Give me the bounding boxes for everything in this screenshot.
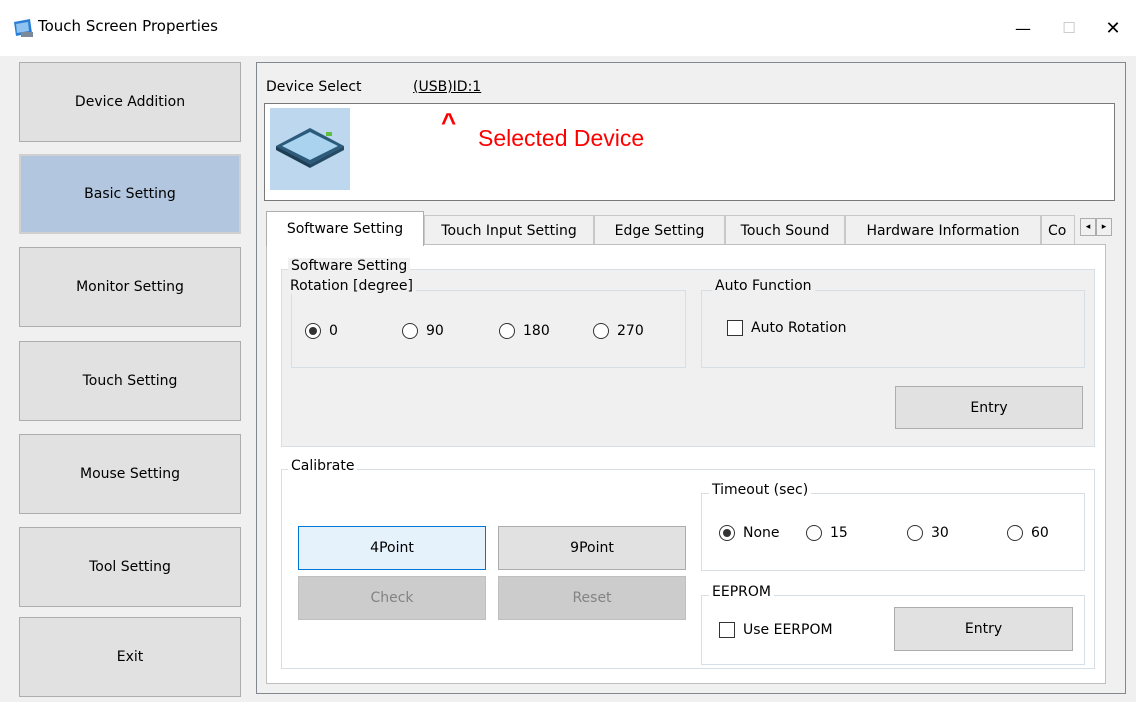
close-icon: ✕ — [1105, 17, 1121, 39]
button-label: Entry — [970, 399, 1008, 416]
tab-label: Touch Sound — [740, 222, 830, 239]
sidebar-item-monitor-setting[interactable]: Monitor Setting — [19, 247, 241, 327]
rotation-radio-90[interactable]: 90 — [402, 323, 444, 339]
radio-icon — [593, 323, 609, 339]
radio-icon — [1007, 525, 1023, 541]
timeout-radio-60[interactable]: 60 — [1007, 525, 1049, 541]
maximize-icon: ☐ — [1062, 19, 1076, 37]
button-label: Entry — [964, 621, 1003, 637]
timeout-radio-none[interactable]: None — [719, 525, 780, 541]
sidebar-item-touch-setting[interactable]: Touch Setting — [19, 341, 241, 421]
close-button[interactable]: ✕ — [1090, 8, 1136, 48]
tab-scroll-right-button[interactable]: ▸ — [1096, 218, 1112, 236]
button-label: 9Point — [570, 540, 614, 556]
sidebar-item-label: Touch Setting — [82, 373, 178, 389]
calibrate-reset-button[interactable]: Reset — [498, 576, 686, 620]
radio-label: 30 — [931, 525, 949, 541]
radio-selected-icon — [305, 323, 321, 339]
radio-icon — [402, 323, 418, 339]
rotation-radio-270[interactable]: 270 — [593, 323, 644, 339]
tab-scroll-left-button[interactable]: ◂ — [1080, 218, 1096, 236]
sidebar-item-label: Monitor Setting — [76, 279, 184, 295]
sidebar-item-label: Exit — [116, 649, 144, 665]
sidebar-item-device-addition[interactable]: Device Addition — [19, 62, 241, 142]
tab-hardware-information[interactable]: Hardware Information — [845, 215, 1041, 245]
timeout-radio-30[interactable]: 30 — [907, 525, 949, 541]
annotation-label: Selected Device — [478, 125, 645, 151]
software-entry-button[interactable]: Entry — [895, 386, 1083, 429]
radio-icon — [499, 323, 515, 339]
radio-label: 60 — [1031, 525, 1049, 541]
radio-label: 270 — [617, 323, 644, 339]
rotation-radio-0[interactable]: 0 — [305, 323, 338, 339]
tab-touch-sound[interactable]: Touch Sound — [725, 215, 845, 245]
tab-panel-software-setting: Software Setting Rotation [degree] 0 90 … — [266, 244, 1106, 684]
tab-label: Edge Setting — [614, 222, 705, 239]
minimize-button[interactable]: — — [1000, 8, 1046, 48]
auto-rotation-checkbox[interactable]: Auto Rotation — [727, 320, 847, 336]
radio-label: None — [743, 525, 780, 541]
sidebar-item-basic-setting[interactable]: Basic Setting — [19, 154, 241, 234]
maximize-button[interactable]: ☐ — [1046, 8, 1092, 48]
title-bar: Touch Screen Properties — ☐ ✕ — [0, 0, 1136, 56]
device-select-label: Device Select — [266, 79, 362, 95]
sidebar-item-label: Basic Setting — [84, 186, 176, 202]
radio-label: 90 — [426, 323, 444, 339]
arrow-right-icon: ▸ — [1101, 222, 1107, 232]
calibrate-check-button[interactable]: Check — [298, 576, 486, 620]
tab-software-setting[interactable]: Software Setting — [266, 211, 424, 246]
sidebar-item-tool-setting[interactable]: Tool Setting — [19, 527, 241, 607]
calibrate-4point-button[interactable]: 4Point — [298, 526, 486, 570]
radio-icon — [806, 525, 822, 541]
rotation-title: Rotation [degree] — [287, 278, 416, 294]
radio-selected-icon — [719, 525, 735, 541]
button-label: Check — [370, 590, 414, 606]
software-setting-title: Software Setting — [288, 258, 411, 274]
tab-strip: Software Setting Touch Input Setting Edg… — [266, 211, 1116, 246]
calibrate-9point-button[interactable]: 9Point — [498, 526, 686, 570]
radio-icon — [907, 525, 923, 541]
touch-panel-icon — [276, 128, 344, 168]
window-title: Touch Screen Properties — [38, 17, 218, 35]
radio-label: 180 — [523, 323, 550, 339]
sidebar-item-label: Device Addition — [74, 94, 186, 110]
sidebar-item-exit[interactable]: Exit — [19, 617, 241, 697]
sidebar-item-mouse-setting[interactable]: Mouse Setting — [19, 434, 241, 514]
tab-edge-setting[interactable]: Edge Setting — [594, 215, 725, 245]
eeprom-title: EEPROM — [709, 584, 774, 600]
timeout-title: Timeout (sec) — [709, 482, 812, 498]
annotation-caret: ^ — [441, 107, 457, 137]
device-id-link[interactable]: (USB)ID:1 — [413, 79, 481, 95]
tab-co[interactable]: Co — [1041, 215, 1075, 245]
device-thumbnail[interactable] — [270, 108, 350, 190]
tab-label: Touch Input Setting — [441, 222, 577, 239]
calibrate-title: Calibrate — [288, 458, 358, 474]
checkbox-icon — [727, 320, 743, 336]
radio-label: 15 — [830, 525, 848, 541]
tab-label: Co — [1048, 222, 1067, 239]
use-eeprom-checkbox[interactable]: Use EERPOM — [719, 622, 833, 638]
radio-label: 0 — [329, 323, 338, 339]
arrow-left-icon: ◂ — [1085, 222, 1091, 232]
device-list[interactable] — [264, 103, 1115, 201]
sidebar-item-label: Tool Setting — [89, 559, 171, 575]
checkbox-icon — [719, 622, 735, 638]
auto-function-title: Auto Function — [712, 278, 815, 294]
sidebar-item-label: Mouse Setting — [79, 466, 180, 482]
timeout-radio-15[interactable]: 15 — [806, 525, 848, 541]
minimize-icon: — — [1015, 18, 1031, 38]
button-label: Reset — [572, 590, 612, 606]
rotation-radio-180[interactable]: 180 — [499, 323, 550, 339]
app-icon — [14, 19, 33, 37]
tab-touch-input-setting[interactable]: Touch Input Setting — [424, 215, 594, 245]
button-label: 4Point — [370, 540, 414, 556]
checkbox-label: Auto Rotation — [751, 320, 847, 336]
eeprom-entry-button[interactable]: Entry — [894, 607, 1073, 651]
tab-label: Software Setting — [286, 221, 404, 237]
tab-label: Hardware Information — [866, 222, 1020, 239]
checkbox-label: Use EERPOM — [743, 622, 833, 638]
